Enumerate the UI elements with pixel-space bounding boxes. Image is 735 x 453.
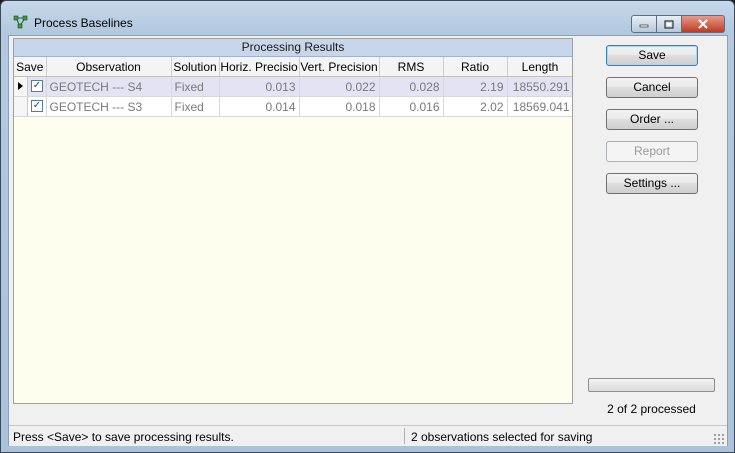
ratio-cell: 2.19 (443, 76, 508, 97)
solution-cell: Fixed (171, 76, 220, 97)
minimize-icon (639, 24, 649, 28)
column-header-ratio[interactable]: Ratio (443, 57, 508, 77)
column-header-save[interactable]: Save (14, 57, 47, 77)
observation-cell: GEOTECH --- S4 (46, 76, 172, 97)
cancel-button[interactable]: Cancel (606, 77, 698, 98)
status-message: Press <Save> to save processing results. (13, 430, 234, 444)
save-checkbox[interactable]: ✓ (31, 80, 43, 92)
processing-results-grid[interactable]: Processing Results Save Observation Solu… (13, 38, 573, 404)
processing-results-header: Processing Results (14, 39, 572, 57)
vert-precision-cell: 0.018 (299, 96, 380, 117)
row-selector[interactable] (14, 77, 28, 96)
close-icon (698, 19, 708, 29)
window-controls (631, 15, 725, 33)
row-selector[interactable] (14, 97, 28, 116)
length-cell: 18550.291 (507, 76, 572, 97)
save-checkbox[interactable]: ✓ (31, 100, 43, 112)
table-row[interactable]: ✓ GEOTECH --- S3 Fixed 0.014 0.018 0.016… (14, 96, 572, 117)
horiz-precision-cell: 0.013 (219, 76, 300, 97)
rms-cell: 0.028 (379, 76, 444, 97)
title-bar[interactable]: Process Baselines (1, 1, 734, 33)
rms-cell: 0.016 (379, 96, 444, 117)
column-header-vert-precision[interactable]: Vert. Precision (299, 57, 380, 77)
resize-grip[interactable] (713, 433, 724, 444)
maximize-button[interactable] (657, 15, 682, 33)
horiz-precision-cell: 0.014 (219, 96, 300, 117)
window-title: Process Baselines (34, 16, 133, 30)
column-header-length[interactable]: Length (507, 57, 572, 77)
results-table: Save Observation Solution Horiz. Precisi… (14, 57, 572, 117)
observation-cell: GEOTECH --- S3 (46, 96, 172, 117)
length-cell: 18569.041 (507, 96, 572, 117)
column-header-observation[interactable]: Observation (46, 57, 172, 77)
save-cell: ✓ (14, 96, 47, 117)
dialog-client-area: Processing Results Save Observation Solu… (8, 35, 728, 446)
save-button[interactable]: Save (606, 45, 698, 66)
ratio-cell: 2.02 (443, 96, 508, 117)
settings-button[interactable]: Settings ... (606, 173, 698, 194)
baseline-network-icon (13, 15, 28, 29)
vert-precision-cell: 0.022 (299, 76, 380, 97)
order-button[interactable]: Order ... (606, 109, 698, 130)
status-bar: Press <Save> to save processing results.… (9, 425, 727, 446)
table-row[interactable]: ✓ GEOTECH --- S4 Fixed 0.013 0.022 0.028… (14, 76, 572, 97)
minimize-button[interactable] (631, 15, 657, 33)
column-header-horiz-precision[interactable]: Horiz. Precisio (219, 57, 300, 77)
column-header-solution[interactable]: Solution (171, 57, 220, 77)
selection-count-status: 2 observations selected for saving (411, 430, 593, 444)
process-baselines-window: Process Baselines Processing Results Sav… (0, 0, 735, 453)
maximize-icon (664, 19, 674, 29)
current-row-arrow-icon (18, 82, 23, 90)
report-button: Report (606, 141, 698, 162)
progress-status-text: 2 of 2 processed (607, 402, 696, 416)
solution-cell: Fixed (171, 96, 220, 117)
column-header-row: Save Observation Solution Horiz. Precisi… (14, 57, 572, 77)
close-button[interactable] (682, 15, 725, 33)
processing-progress-bar (588, 378, 715, 392)
save-cell: ✓ (14, 76, 47, 97)
status-divider (404, 428, 405, 444)
column-header-rms[interactable]: RMS (379, 57, 444, 77)
